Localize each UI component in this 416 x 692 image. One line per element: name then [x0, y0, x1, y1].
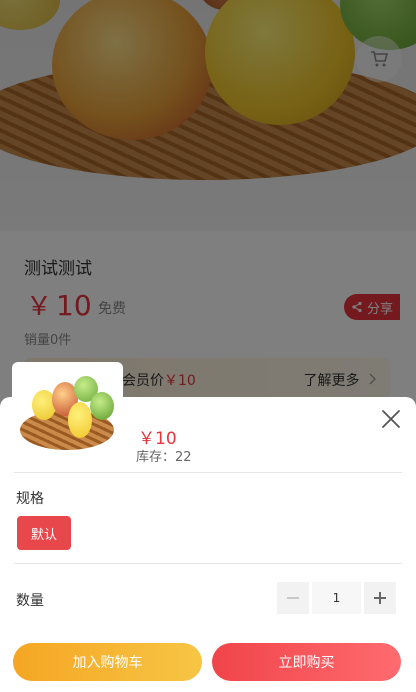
sku-thumbnail: [12, 362, 123, 466]
quantity-label: 数量: [16, 593, 44, 609]
spec-option-default[interactable]: 默认: [17, 516, 71, 550]
close-icon[interactable]: [380, 408, 402, 430]
stock-text: 库存：22: [136, 450, 192, 465]
minus-icon: [287, 597, 299, 599]
divider: [14, 472, 402, 473]
decrement-button[interactable]: [277, 582, 309, 614]
quantity-stepper: 1: [277, 582, 400, 614]
plus-icon: [374, 592, 386, 604]
buy-now-button[interactable]: 立即购买: [212, 643, 401, 681]
increment-button[interactable]: [364, 582, 396, 614]
product-page: 测试测试 ￥10 免费 分享 销量0件 会员价￥10 了解更多: [0, 0, 416, 692]
spec-label: 规格: [16, 491, 44, 507]
quantity-input[interactable]: 1: [312, 582, 361, 614]
add-to-cart-button[interactable]: 加入购物车: [13, 643, 202, 681]
divider: [14, 563, 402, 564]
